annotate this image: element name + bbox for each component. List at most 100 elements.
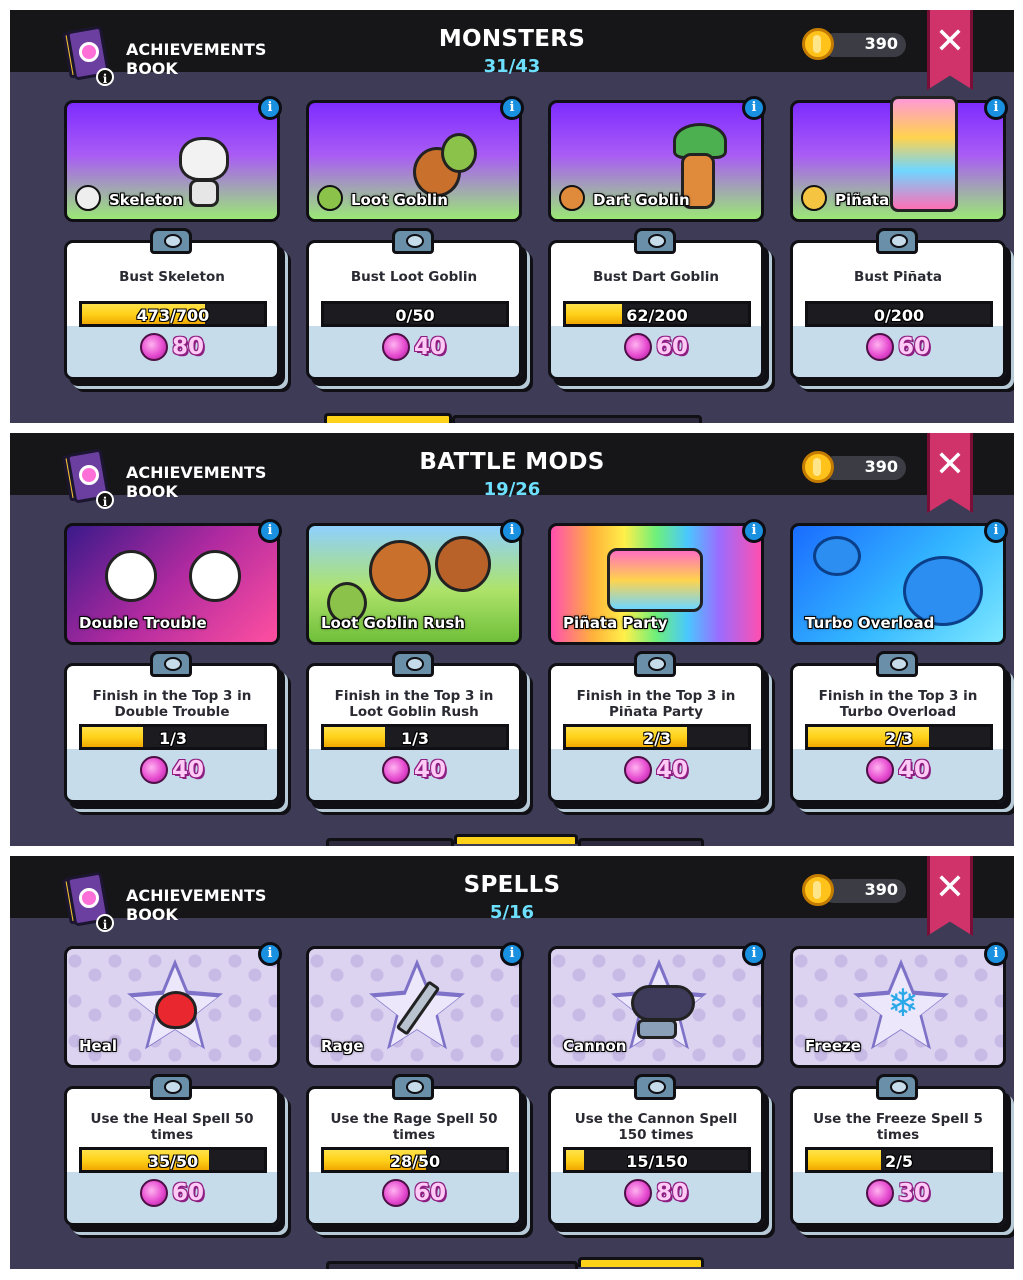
clip-icon: [392, 1074, 434, 1100]
achievement-card[interactable]: Bust Skeleton 473/700 80: [64, 240, 280, 380]
dart-goblin-mini-icon: [559, 185, 585, 211]
reward-value: 40: [897, 757, 930, 783]
task-description: Finish in the Top 3 in Loot Goblin Rush: [334, 688, 494, 720]
reward-value: 80: [655, 1180, 688, 1206]
category-tab[interactable]: [452, 415, 702, 423]
cannon-icon: [631, 985, 695, 1021]
info-icon[interactable]: i: [984, 96, 1008, 120]
progress-bar: 2/3: [805, 724, 993, 750]
progress-text: 0/50: [395, 306, 435, 325]
info-icon[interactable]: i: [742, 942, 766, 966]
achievement-card[interactable]: Use the Rage Spell 50 times 28/50 60: [306, 1086, 522, 1226]
card-image-rage[interactable]: Rage: [306, 946, 522, 1068]
progress-bar: 62/200: [563, 301, 751, 327]
clip-icon: [634, 1074, 676, 1100]
card-image-double-trouble[interactable]: Double Trouble: [64, 523, 280, 645]
skeleton-body: [189, 179, 219, 207]
clip-icon: [392, 651, 434, 677]
card-image-loot-goblin[interactable]: Loot Goblin: [306, 100, 522, 222]
gem-icon: [381, 333, 410, 361]
achievement-card[interactable]: Use the Cannon Spell 150 times 15/150 80: [548, 1086, 764, 1226]
progress-bar: 2/5: [805, 1147, 993, 1173]
achievement-card[interactable]: Bust Loot Goblin 0/50 40: [306, 240, 522, 380]
loot-bag: [369, 540, 431, 602]
task-description: Use the Rage Spell 50 times: [330, 1111, 498, 1143]
card-name: Rage: [321, 1037, 364, 1055]
achievement-card[interactable]: Finish in the Top 3 in Loot Goblin Rush …: [306, 663, 522, 803]
achievement-card[interactable]: Finish in the Top 3 in Piñata Party 2/3 …: [548, 663, 764, 803]
coin-icon: [802, 28, 834, 60]
task-description: Use the Cannon Spell 150 times: [574, 1111, 738, 1143]
reward-value: 60: [897, 334, 930, 360]
info-icon[interactable]: i: [500, 96, 524, 120]
info-icon[interactable]: i: [258, 942, 282, 966]
info-icon[interactable]: i: [984, 519, 1008, 543]
completion-count: 31/43: [483, 56, 541, 77]
card-image-freeze[interactable]: ❄ Freeze: [790, 946, 1006, 1068]
card-image-heal[interactable]: Heal: [64, 946, 280, 1068]
info-icon[interactable]: i: [258, 96, 282, 120]
task-description: Finish in the Top 3 in Piñata Party: [576, 688, 736, 720]
card-image-pinata-party[interactable]: Piñata Party: [548, 523, 764, 645]
card-image-skeleton[interactable]: Skeleton: [64, 100, 280, 222]
close-icon: ✕: [934, 444, 966, 485]
info-icon[interactable]: i: [742, 96, 766, 120]
info-icon[interactable]: i: [984, 942, 1008, 966]
clip-icon: [876, 228, 918, 254]
achievement-card[interactable]: Use the Freeze Spell 5 times 2/5 30: [790, 1086, 1006, 1226]
reward-value: 80: [171, 334, 204, 360]
category-tab-active[interactable]: [324, 413, 452, 423]
heart-icon: [155, 991, 197, 1029]
category-tab[interactable]: [578, 838, 704, 846]
card-name: Loot Goblin: [351, 191, 448, 209]
reward: 40: [793, 756, 1003, 788]
completion-count: 19/26: [483, 479, 541, 500]
gem-icon: [139, 1179, 168, 1207]
progress-bar: 1/3: [79, 724, 267, 750]
card-image-turbo-overload[interactable]: Turbo Overload: [790, 523, 1006, 645]
header-bar: i ACHIEVEMENTS BOOK BATTLE MODS 19/26 39…: [10, 433, 1014, 509]
card-image-loot-goblin-rush[interactable]: Loot Goblin Rush: [306, 523, 522, 645]
achievement-card[interactable]: Bust Piñata 0/200 60: [790, 240, 1006, 380]
gem-icon: [623, 756, 652, 784]
clip-icon: [876, 1074, 918, 1100]
completion-count: 5/16: [489, 902, 535, 923]
card-name: Double Trouble: [79, 614, 207, 632]
achievement-card[interactable]: Bust Dart Goblin 62/200 60: [548, 240, 764, 380]
coin-counter: 390: [802, 451, 906, 483]
achievement-card[interactable]: Finish in the Top 3 in Double Trouble 1/…: [64, 663, 280, 803]
close-icon: ✕: [934, 21, 966, 62]
card-image-cannon[interactable]: Cannon: [548, 946, 764, 1068]
task-description: Finish in the Top 3 in Double Trouble: [92, 688, 252, 720]
category-tab-active[interactable]: [578, 1257, 704, 1267]
category-tab-active[interactable]: [454, 834, 578, 844]
progress-text: 35/50: [147, 1152, 199, 1171]
card-name: Loot Goblin Rush: [321, 614, 465, 632]
snowflake-icon: ❄: [887, 981, 919, 1025]
pinata-mini-icon: [801, 185, 827, 211]
info-icon[interactable]: i: [258, 519, 282, 543]
achievements-panel-monsters: i ACHIEVEMENTS BOOK MONSTERS 31/43 390 ✕…: [10, 10, 1014, 423]
progress-text: 62/200: [626, 306, 688, 325]
info-icon[interactable]: i: [500, 519, 524, 543]
gem-icon: [865, 756, 894, 784]
info-icon[interactable]: i: [500, 942, 524, 966]
card-image-dart-goblin[interactable]: Dart Goblin: [548, 100, 764, 222]
category-tab[interactable]: [326, 1261, 578, 1269]
achievement-card[interactable]: Use the Heal Spell 50 times 35/50 60: [64, 1086, 280, 1226]
task-description: Use the Heal Spell 50 times: [90, 1111, 254, 1143]
task-description: Bust Loot Goblin: [350, 269, 478, 285]
reward-value: 60: [171, 1180, 204, 1206]
gem-icon: [623, 1179, 652, 1207]
skeleton-sprite: [179, 137, 229, 181]
card-name: Turbo Overload: [805, 614, 935, 632]
achievement-card[interactable]: Finish in the Top 3 in Turbo Overload 2/…: [790, 663, 1006, 803]
progress-text: 2/3: [642, 729, 672, 748]
gem-icon: [139, 756, 168, 784]
gem-icon: [381, 756, 410, 784]
clip-icon: [392, 228, 434, 254]
progress-text: 1/3: [158, 729, 188, 748]
card-name: Skeleton: [109, 191, 184, 209]
info-icon[interactable]: i: [742, 519, 766, 543]
category-tab[interactable]: [326, 838, 454, 846]
